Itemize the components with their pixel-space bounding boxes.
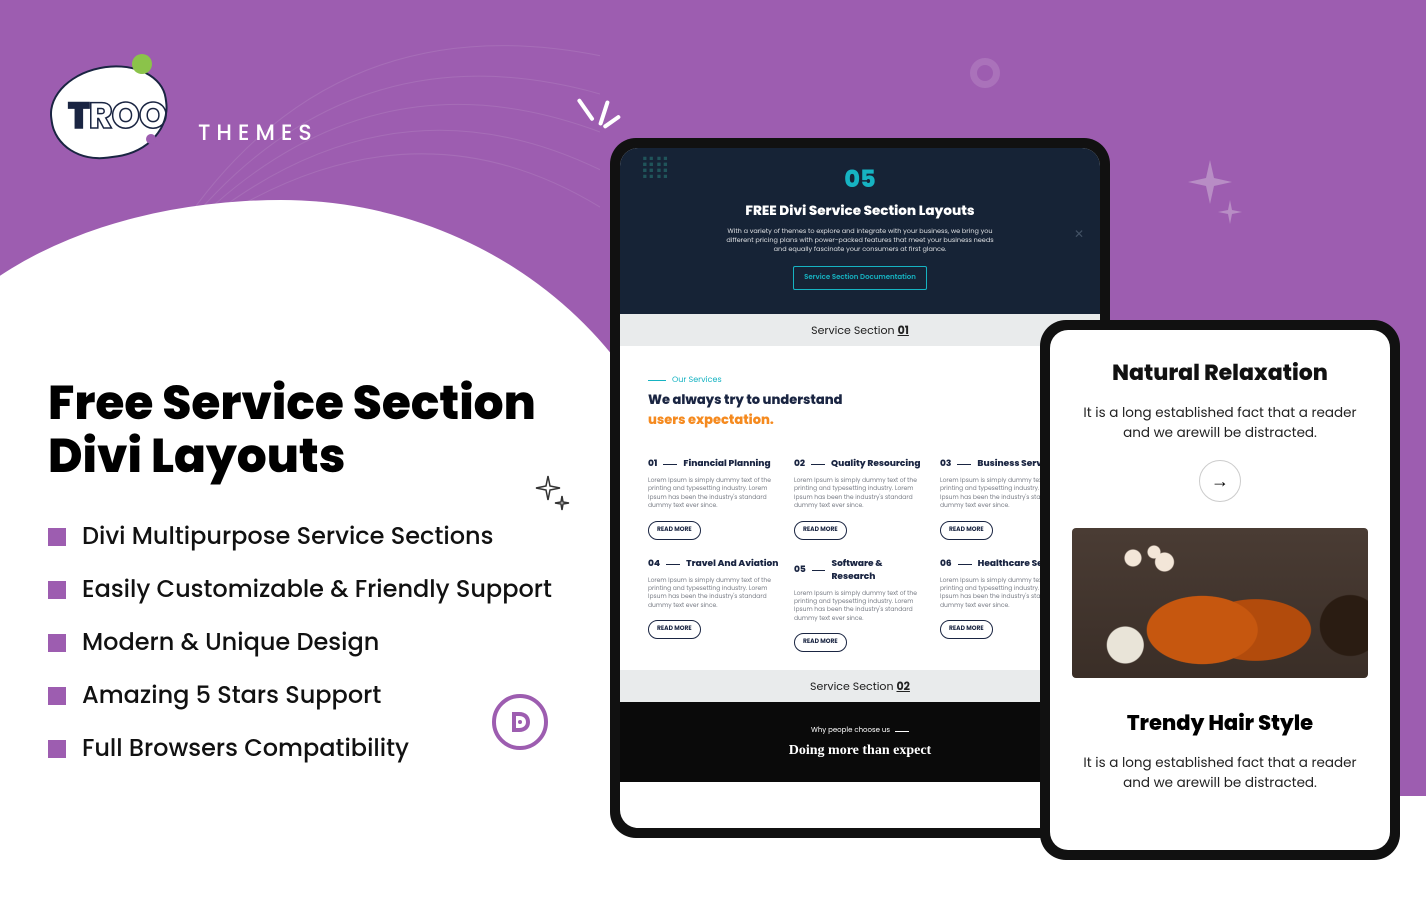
service-title: 04Travel And Aviation xyxy=(648,558,780,571)
service-desc: Lorem Ipsum is simply dummy text of the … xyxy=(648,577,780,611)
read-more-button[interactable]: READ MORE xyxy=(940,521,993,540)
section-label-num: 01 xyxy=(898,322,909,339)
service-title: 01Financial Planning xyxy=(648,458,780,471)
spa-image xyxy=(1072,528,1368,678)
read-more-button[interactable]: READ MORE xyxy=(648,620,701,639)
hero-number: 05 xyxy=(650,162,1070,197)
feature-text: Modern & Unique Design xyxy=(82,625,379,660)
arrow-right-icon: → xyxy=(1211,468,1229,495)
service-title: 02Quality Resourcing xyxy=(794,458,926,471)
preview-hero-section: ⠿⠿⠿⠿ 05 FREE Divi Service Section Layout… xyxy=(620,148,1100,314)
service-title: 05Software & Research xyxy=(794,558,926,584)
hero-description: With a variety of themes to explore and … xyxy=(725,227,995,254)
headline-part-accent: users expectation xyxy=(648,410,770,429)
eyebrow: Our Services xyxy=(648,374,1072,386)
read-more-button[interactable]: READ MORE xyxy=(794,633,847,652)
services-section: Our Services We always try to understand… xyxy=(620,346,1100,670)
ring-decoration-icon xyxy=(970,58,1000,88)
tick-decoration-icon xyxy=(580,100,628,133)
card-title: Trendy Hair Style xyxy=(1072,708,1368,739)
why-headline: Doing more than expect xyxy=(620,743,1100,759)
card-subtitle: It is a long established fact that a rea… xyxy=(1072,403,1368,442)
feature-list: Divi Multipurpose Service Sections Easil… xyxy=(48,519,552,766)
card-subtitle: It is a long established fact that a rea… xyxy=(1072,753,1368,792)
service-desc: Lorem Ipsum is simply dummy text of the … xyxy=(648,477,780,511)
hero-title: Free Service Section Divi Layouts xyxy=(48,378,552,483)
hero-content: Free Service Section Divi Layouts Divi M… xyxy=(48,378,552,784)
services-headline: We always try to understand users expect… xyxy=(648,390,1072,430)
feature-text: Full Browsers Compatibility xyxy=(82,731,409,766)
service-card: 05Software & Research Lorem Ipsum is simp… xyxy=(794,558,926,653)
section-label-text: Service Section xyxy=(810,678,893,695)
section-label: Service Section 02 xyxy=(620,670,1100,702)
service-card: 02Quality Resourcing Lorem Ipsum is simpl… xyxy=(794,458,926,540)
preview-tablet-large: ⠿⠿⠿⠿ 05 FREE Divi Service Section Layout… xyxy=(610,138,1110,838)
read-more-button[interactable]: READ MORE xyxy=(794,521,847,540)
card-title: Natural Relaxation xyxy=(1072,356,1368,389)
service-desc: Lorem Ipsum is simply dummy text of the … xyxy=(794,590,926,624)
divi-logo-icon xyxy=(506,708,534,736)
dot-grid-icon: ⠿⠿⠿⠿ xyxy=(640,164,668,176)
sparkle-decoration-icon xyxy=(1186,160,1246,230)
feature-text: Divi Multipurpose Service Sections xyxy=(82,519,493,554)
bullet-icon xyxy=(48,528,66,546)
bullet-icon xyxy=(48,634,66,652)
documentation-button[interactable]: Service Section Documentation xyxy=(793,266,927,290)
service-card: 01Financial Planning Lorem Ipsum is simpl… xyxy=(648,458,780,540)
hero-title: FREE Divi Service Section Layouts xyxy=(650,201,1070,221)
feature-item: Full Browsers Compatibility xyxy=(48,731,552,766)
why-choose-section: Why people choose us Doing more than exp… xyxy=(620,702,1100,782)
headline-part: We always try to understand xyxy=(648,390,843,409)
sparkle-small-icon xyxy=(534,474,572,512)
feature-item: Easily Customizable & Friendly Support xyxy=(48,572,552,607)
bullet-icon xyxy=(48,740,66,758)
why-eyebrow: Why people choose us xyxy=(811,726,909,736)
brand-suffix: THEMES xyxy=(198,116,318,149)
service-card: 04Travel And Aviation Lorem Ipsum is simp… xyxy=(648,558,780,653)
feature-item: Amazing 5 Stars Support xyxy=(48,678,552,713)
divi-badge xyxy=(492,694,548,750)
arrow-button[interactable]: → xyxy=(1199,460,1241,502)
section-label-text: Service Section xyxy=(811,322,894,339)
hero-title-line: Divi Layouts xyxy=(48,424,345,489)
brand-logo: TROO THEMES xyxy=(46,52,318,162)
feature-item: Divi Multipurpose Service Sections xyxy=(48,519,552,554)
section-label: Service Section 01 xyxy=(620,314,1100,346)
feature-text: Amazing 5 Stars Support xyxy=(82,678,381,713)
service-desc: Lorem Ipsum is simply dummy text of the … xyxy=(794,477,926,511)
preview-tablet-small: Natural Relaxation It is a long establis… xyxy=(1040,320,1400,860)
bullet-icon xyxy=(48,687,66,705)
bullet-icon xyxy=(48,581,66,599)
read-more-button[interactable]: READ MORE xyxy=(940,620,993,639)
read-more-button[interactable]: READ MORE xyxy=(648,521,701,540)
close-icon[interactable]: ✕ xyxy=(1074,226,1084,244)
feature-item: Modern & Unique Design xyxy=(48,625,552,660)
feature-text: Easily Customizable & Friendly Support xyxy=(82,572,552,607)
section-label-num: 02 xyxy=(896,678,909,695)
